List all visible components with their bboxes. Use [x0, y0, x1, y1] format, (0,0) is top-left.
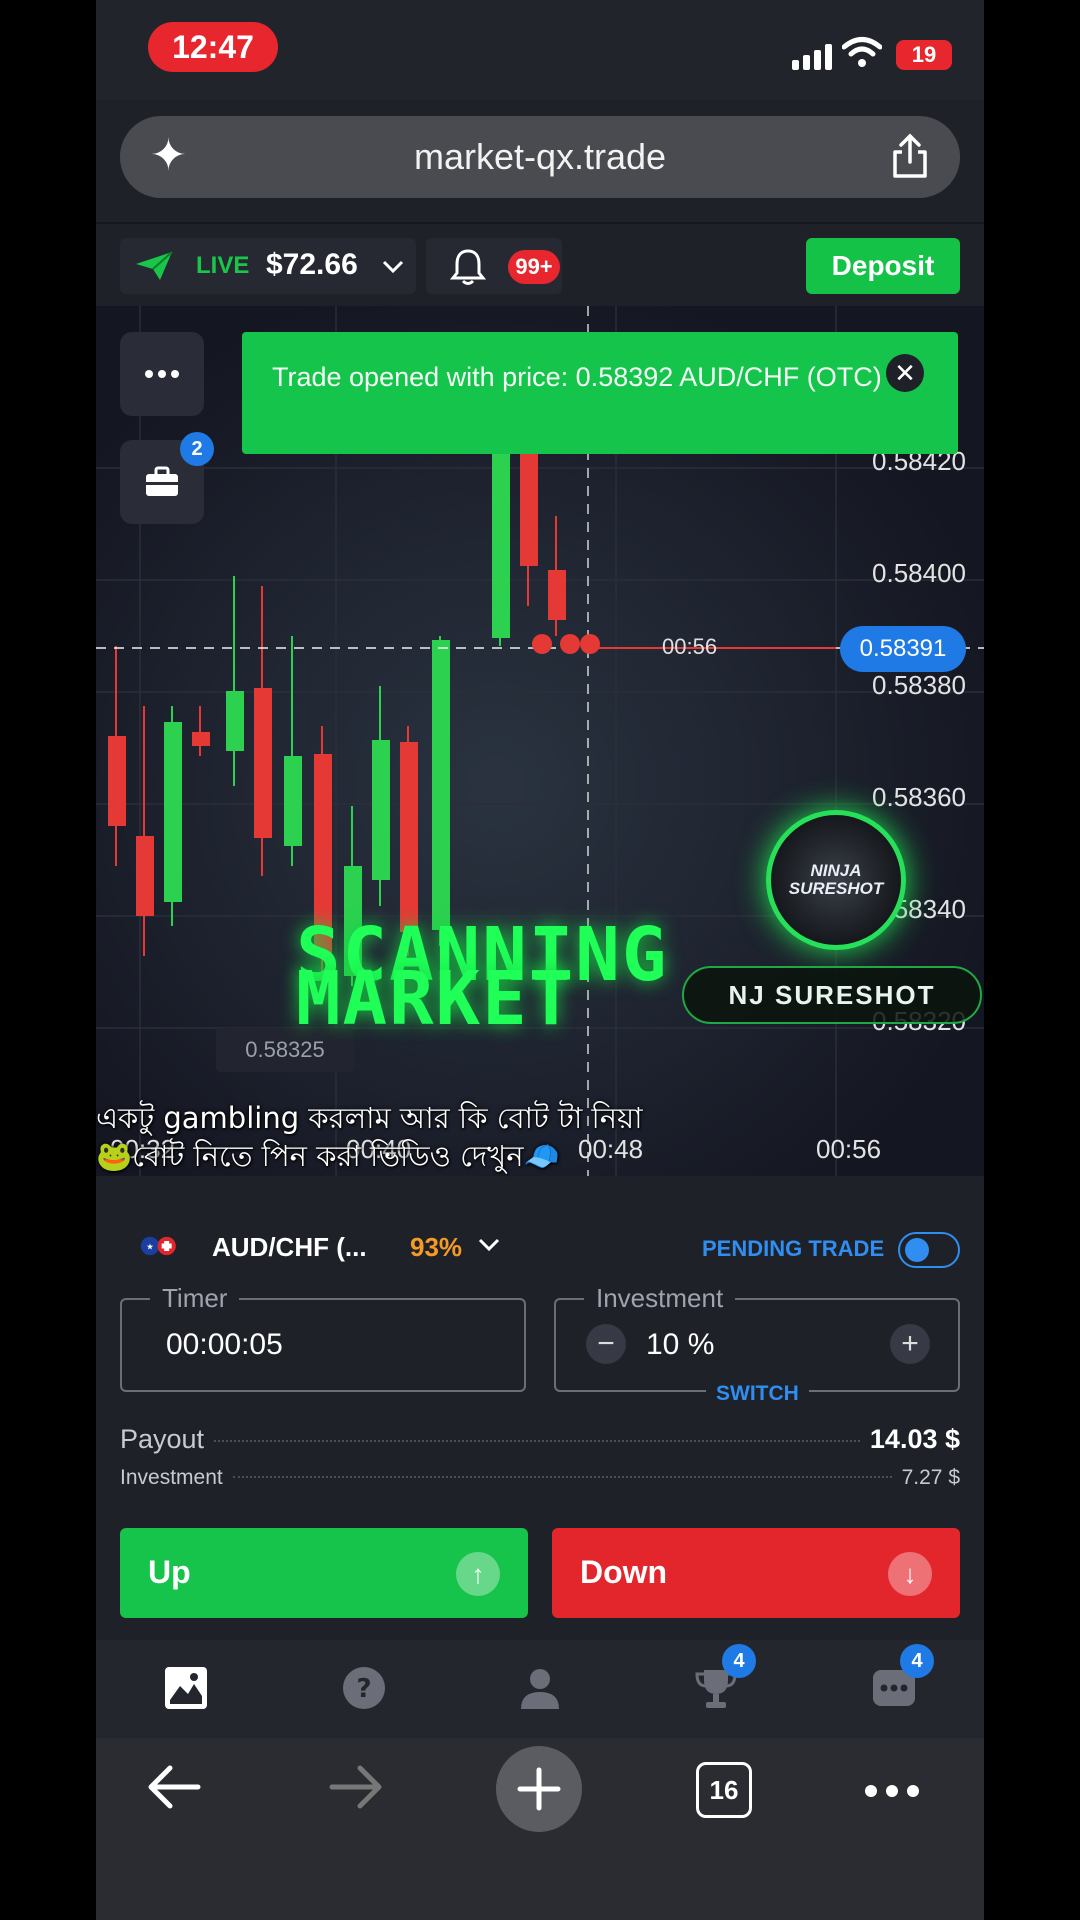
pair-name: AUD/CHF (...: [212, 1232, 367, 1262]
status-time: 12:47: [148, 22, 278, 72]
y-label: 0.58360: [872, 782, 966, 812]
currency-flags-icon: ★: [140, 1236, 176, 1256]
payout-row: Payout 14.03 $: [120, 1424, 960, 1455]
browser-toolbar: 16: [96, 1738, 984, 1920]
overlay-title-market: MARKET: [296, 956, 576, 1042]
investment-value[interactable]: 10 %: [646, 1328, 714, 1362]
chevron-down-icon: [382, 260, 404, 274]
account-balance: $72.66: [266, 248, 358, 281]
payout-label: Payout: [120, 1424, 205, 1454]
investment-row-value: 7.27 $: [901, 1466, 960, 1489]
account-mode: LIVE: [196, 252, 250, 279]
pending-trade-toggle[interactable]: [898, 1232, 960, 1268]
address-bar[interactable]: ✦ market-qx.trade: [120, 116, 960, 198]
briefcase-icon: [146, 466, 178, 496]
chat-badge: 4: [900, 1644, 934, 1678]
chart-tab-icon[interactable]: [164, 1666, 208, 1710]
payout-value: 14.03 $: [869, 1424, 960, 1454]
paper-plane-icon: [136, 251, 173, 280]
back-arrow-icon[interactable]: [146, 1764, 202, 1810]
logo-text: NINJA SURESHOT: [788, 861, 884, 898]
trophy-tab[interactable]: 4: [694, 1644, 756, 1710]
decrease-button[interactable]: −: [586, 1324, 626, 1364]
investment-row-label: Investment: [120, 1466, 223, 1489]
deposit-button[interactable]: Deposit: [806, 238, 960, 294]
up-label: Up: [148, 1554, 191, 1590]
notifications-button[interactable]: 99+: [426, 238, 562, 294]
caption-line-2: 🐸বোট নিতে পিন করা ভিডিও দেখুন🧢: [96, 1139, 560, 1173]
trade-toast: Trade opened with price: 0.58392 AUD/CHF…: [242, 332, 958, 454]
brand-tag: NJ SURESHOT: [682, 966, 982, 1024]
plus-icon: [517, 1767, 561, 1811]
app-tabbar: ? 4 4: [96, 1640, 984, 1738]
pair-selector[interactable]: ★ AUD/CHF (... 93%: [140, 1232, 500, 1262]
bell-icon: [450, 249, 486, 285]
switch-button[interactable]: SWITCH: [706, 1382, 809, 1406]
forward-arrow-icon[interactable]: [328, 1764, 384, 1810]
investment-label: Investment: [584, 1283, 736, 1314]
menu-button[interactable]: [120, 332, 204, 416]
help-icon[interactable]: ?: [342, 1666, 386, 1710]
toast-message: Trade opened with price: 0.58392 AUD/CHF…: [272, 362, 882, 392]
profile-icon[interactable]: [518, 1666, 562, 1710]
trade-panel: ★ AUD/CHF (... 93% PENDING TRADE Timer 0…: [96, 1196, 984, 1640]
y-label: 0.58380: [872, 670, 966, 700]
wifi-icon: [842, 37, 882, 67]
up-button[interactable]: Up ↑: [120, 1528, 528, 1618]
account-switcher[interactable]: LIVE $72.66: [120, 238, 416, 294]
new-tab-button[interactable]: [496, 1746, 582, 1832]
more-options-icon[interactable]: [864, 1784, 920, 1798]
cellular-signal-icon: [792, 40, 832, 70]
y-label: 0.58400: [872, 558, 966, 588]
tab-switcher-button[interactable]: 16: [696, 1762, 752, 1818]
timer-label: Timer: [150, 1283, 240, 1314]
arrow-down-icon: ↓: [888, 1552, 932, 1596]
down-label: Down: [580, 1554, 668, 1590]
close-icon[interactable]: ✕: [886, 354, 924, 392]
battery-indicator: 19: [896, 40, 952, 70]
ninja-logo: NINJA SURESHOT: [766, 810, 906, 950]
header-divider: [96, 222, 984, 224]
notification-badge: 99+: [508, 250, 560, 284]
portfolio-badge: 2: [180, 432, 214, 466]
share-icon[interactable]: [890, 132, 930, 180]
phone-screen: 12:47 19 ✦ market-qx.trade LIVE $72.66 9…: [96, 0, 984, 1920]
svg-text:★: ★: [146, 1241, 153, 1251]
trophy-badge: 4: [722, 1644, 756, 1678]
increase-button[interactable]: +: [890, 1324, 930, 1364]
portfolio-button[interactable]: 2: [120, 432, 214, 524]
chat-tab[interactable]: 4: [872, 1644, 934, 1710]
investment-row: Investment 7.27 $: [120, 1466, 960, 1490]
pending-trade-label: PENDING TRADE: [702, 1236, 885, 1261]
payout-percent: 93%: [410, 1232, 463, 1262]
candle-countdown: 00:56: [662, 634, 718, 659]
current-price-tag: 0.58391: [840, 626, 966, 672]
chevron-down-icon: [478, 1238, 500, 1252]
more-dots-icon: [145, 370, 179, 378]
status-bar: 12:47 19: [96, 0, 984, 100]
investment-field[interactable]: Investment − 10 % + SWITCH: [554, 1283, 960, 1406]
down-button[interactable]: Down ↓: [552, 1528, 960, 1618]
sparkle-icon[interactable]: ✦: [150, 134, 187, 178]
svg-text:?: ?: [356, 1674, 371, 1704]
arrow-up-icon: ↑: [456, 1552, 500, 1596]
timer-value[interactable]: 00:00:05: [166, 1328, 283, 1362]
timer-field[interactable]: Timer 00:00:05: [120, 1283, 526, 1392]
url-text[interactable]: market-qx.trade: [120, 136, 960, 178]
